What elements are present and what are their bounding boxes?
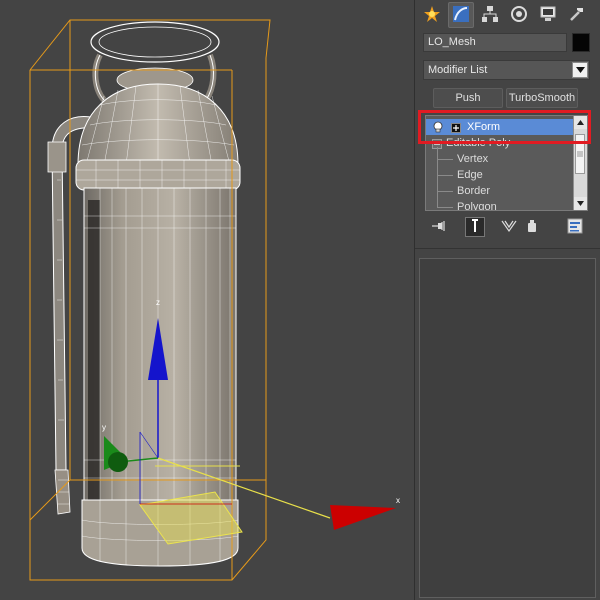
tab-create[interactable]: [419, 2, 445, 28]
create-star-icon: [423, 5, 441, 26]
modifier-list-label: Modifier List: [428, 64, 488, 76]
modifier-list-dropdown[interactable]: Modifier List: [423, 60, 590, 80]
scene-canvas[interactable]: z y x: [0, 0, 414, 600]
tab-modify[interactable]: [448, 2, 474, 28]
stack-item-label: XForm: [467, 121, 500, 133]
make-unique-button[interactable]: [499, 217, 519, 237]
trash-icon: [526, 219, 538, 236]
pin-stack-button[interactable]: [429, 217, 449, 237]
stack-subitem-border[interactable]: Border: [426, 183, 575, 199]
modifier-set-push-button[interactable]: Push: [433, 88, 503, 108]
remove-modifier-button[interactable]: [522, 217, 542, 237]
display-monitor-icon: [539, 5, 557, 26]
configure-sets-icon: [567, 218, 583, 237]
x-axis-label: x: [396, 496, 400, 505]
x-axis-arrow: [330, 505, 396, 530]
hierarchy-icon: [481, 5, 499, 26]
object-name-field[interactable]: LO_Mesh: [423, 33, 567, 52]
chevron-down-icon[interactable]: [572, 62, 588, 78]
scroll-up-icon[interactable]: [574, 116, 587, 129]
tree-branch: [437, 207, 453, 208]
configure-modifier-sets-button[interactable]: [565, 217, 585, 237]
pin-icon: [431, 220, 447, 235]
tree-branch: [437, 191, 453, 192]
tab-utilities[interactable]: [564, 2, 590, 28]
modify-curve-icon: [452, 5, 470, 26]
scroll-thumb[interactable]: [575, 134, 585, 174]
stack-scrollbar[interactable]: [573, 116, 587, 210]
tab-hierarchy[interactable]: [477, 2, 503, 28]
stack-item-label: Edge: [457, 169, 483, 181]
command-panel-tabs: [417, 2, 598, 28]
scroll-down-icon[interactable]: [574, 197, 587, 210]
rollout-divider: [415, 248, 600, 249]
stack-subitem-vertex[interactable]: Vertex: [426, 151, 575, 167]
stack-item-xform[interactable]: XForm: [426, 119, 575, 135]
motion-icon: [510, 5, 528, 26]
tree-branch: [437, 159, 453, 160]
modifier-set-turbosmooth-button[interactable]: TurboSmooth: [506, 88, 578, 108]
stack-subitem-edge[interactable]: Edge: [426, 167, 575, 183]
stack-item-label: Editable Poly: [446, 137, 511, 149]
show-end-result-button[interactable]: [465, 217, 485, 237]
perspective-viewport[interactable]: z y x: [0, 0, 414, 600]
tab-motion[interactable]: [506, 2, 532, 28]
y-axis-label: y: [102, 423, 106, 432]
tab-display[interactable]: [535, 2, 561, 28]
end-result-icon: [470, 218, 480, 236]
make-unique-icon: [501, 219, 517, 236]
stack-item-label: Polygon: [457, 201, 497, 211]
object-color-swatch[interactable]: [572, 33, 590, 52]
stack-subitem-polygon[interactable]: Polygon: [426, 199, 575, 211]
utilities-hammer-icon: [568, 5, 586, 26]
z-axis-label: z: [156, 298, 160, 307]
stack-item-label: Border: [457, 185, 491, 197]
stack-item-label: Vertex: [457, 153, 489, 165]
tree-branch: [437, 175, 453, 176]
command-panel: LO_Mesh Modifier List Push TurboSmooth X…: [415, 0, 600, 600]
modifier-stack-toolbar: [425, 215, 588, 239]
modifier-parameters-rollout: [419, 258, 596, 598]
stack-item-editable-poly[interactable]: Editable Poly: [426, 135, 575, 151]
modifier-stack-list[interactable]: XForm Editable Poly Vertex Edge Border P…: [425, 115, 588, 211]
